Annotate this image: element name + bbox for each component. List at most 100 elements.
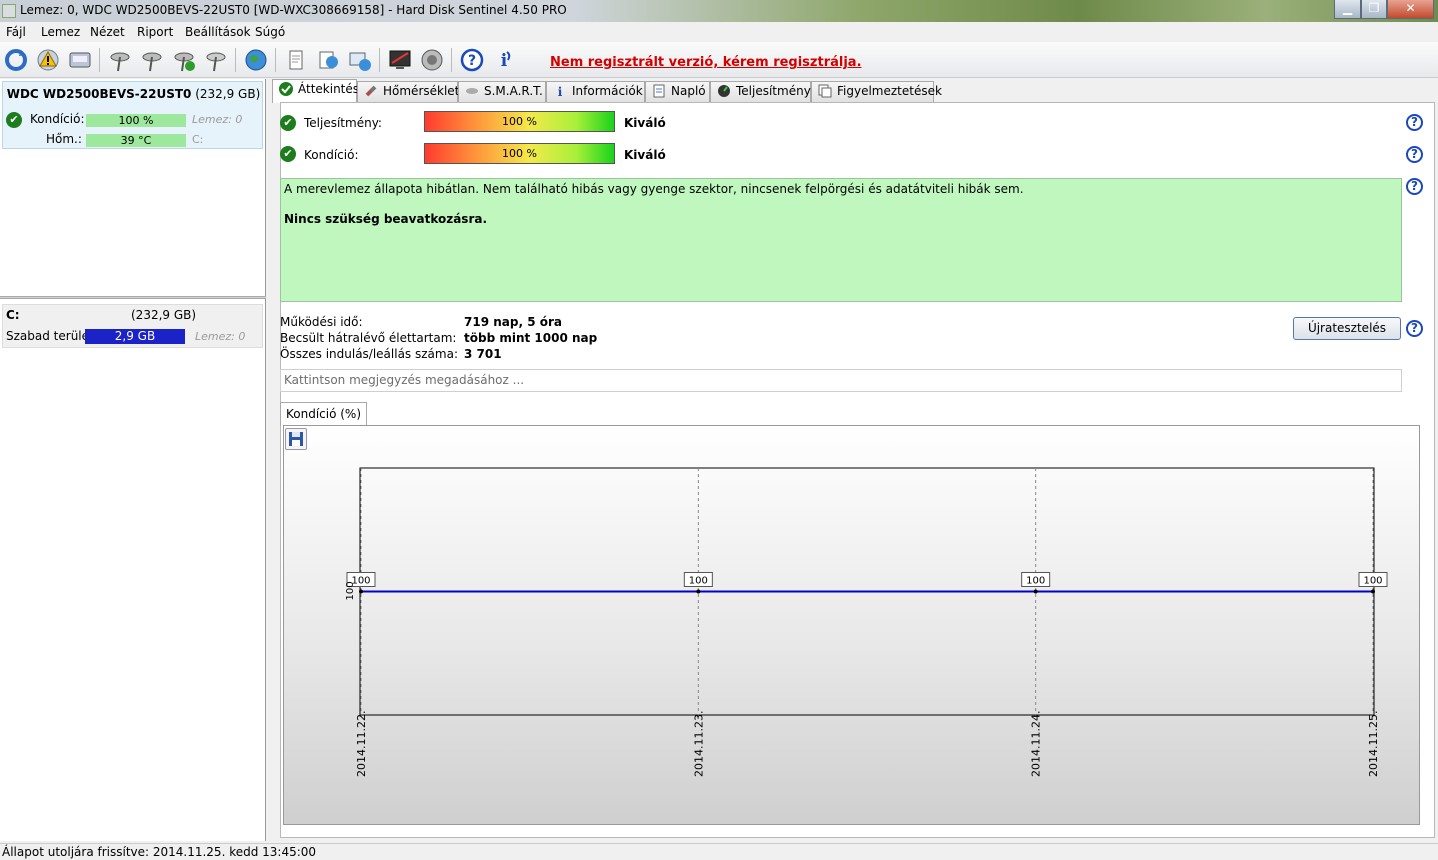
condition-bar-main: 100 % xyxy=(424,143,615,164)
data-point xyxy=(1371,589,1375,594)
condition-bar: 100 % xyxy=(86,114,186,127)
data-point xyxy=(359,589,363,594)
toolbar-separator xyxy=(451,48,452,72)
condition-rating: Kiváló xyxy=(624,148,666,162)
y-tick-label: 100 xyxy=(345,581,356,600)
tab-overview-label: Áttekintés xyxy=(298,82,360,96)
temperature-bar: 39 °C xyxy=(86,134,186,147)
help-icon[interactable]: ? xyxy=(1406,146,1423,163)
tab-performance-label: Teljesítmény xyxy=(736,84,811,98)
condition-disk-id: Lemez: 0 xyxy=(192,113,243,126)
disk-icon[interactable] xyxy=(67,47,93,73)
window-title: Lemez: 0, WDC WD2500BEVS-22UST0 [WD-WXC3… xyxy=(20,3,567,17)
disk-search-icon[interactable] xyxy=(203,47,229,73)
volume-disk-id: Lemez: 0 xyxy=(195,330,246,343)
info-icon[interactable]: i xyxy=(491,47,517,73)
status-bar: Állapot utoljára frissítve: 2014.11.25. … xyxy=(0,843,1438,860)
tab-log[interactable]: Napló xyxy=(645,81,710,102)
tab-temperature[interactable]: Hőmérséklet xyxy=(357,81,459,102)
lifetime-label: Becsült hátralévő élettartam: xyxy=(280,331,457,345)
tab-smart[interactable]: S.M.A.R.T. xyxy=(458,81,546,102)
volume-drive: C: xyxy=(6,308,20,322)
thermometer-icon xyxy=(364,84,378,98)
menu-settings[interactable]: Beállítások xyxy=(185,25,251,39)
tab-alerts[interactable]: Figyelmeztetések xyxy=(811,81,942,102)
send-report-icon[interactable] xyxy=(315,47,341,73)
condition-label: Kondíció: xyxy=(30,112,85,126)
disk-test-icon[interactable] xyxy=(107,47,133,73)
condition-chart: 2014.11.22. 2014.11.23. 2014.11.24. 2014.11… xyxy=(345,467,1388,777)
tab-overview[interactable]: Áttekintés xyxy=(272,79,360,103)
disk-check-icon[interactable] xyxy=(139,47,165,73)
status-text: A merevlemez állapota hibátlan. Nem talá… xyxy=(284,182,1024,196)
minimize-button[interactable]: ▁ xyxy=(1334,0,1361,19)
tab-information-label: Információk xyxy=(572,84,643,98)
status-action: Nincs szükség beavatkozásra. xyxy=(284,212,488,226)
gauge-icon xyxy=(717,84,731,98)
menu-file[interactable]: Fájl xyxy=(6,25,26,39)
startstop-value: 3 701 xyxy=(464,347,502,361)
sound-icon[interactable] xyxy=(419,47,445,73)
note-input[interactable]: Kattintson megjegyzés megadásához ... xyxy=(280,369,1402,392)
toolbar-separator xyxy=(275,48,276,72)
uptime-value: 719 nap, 5 óra xyxy=(464,315,562,329)
tab-performance[interactable]: Teljesítmény xyxy=(710,81,811,102)
chart-tab-condition[interactable]: Kondíció (%) xyxy=(280,402,367,426)
toolbar-separator xyxy=(379,48,380,72)
menu-view[interactable]: Nézet xyxy=(90,25,125,39)
toolbar-separator xyxy=(99,48,100,72)
uptime-label: Működési idő: xyxy=(280,315,363,329)
startstop-label: Összes indulás/leállás száma: xyxy=(280,347,458,361)
alert-icon[interactable] xyxy=(35,47,61,73)
x-tick-label: 2014.11.24. xyxy=(1030,711,1043,777)
ok-status-icon: ✔ xyxy=(6,112,22,128)
maximize-button[interactable]: ❐ xyxy=(1361,0,1387,19)
retest-button[interactable]: Újratesztelés xyxy=(1293,317,1401,340)
tab-alerts-label: Figyelmeztetések xyxy=(837,84,942,98)
data-label: 100 xyxy=(1026,576,1045,587)
free-space-label: Szabad terület xyxy=(6,329,94,343)
report-icon[interactable] xyxy=(283,47,309,73)
help-icon[interactable]: ? xyxy=(1406,178,1423,195)
tab-information[interactable]: i Információk xyxy=(546,81,645,102)
menu-report[interactable]: Riport xyxy=(137,25,173,39)
performance-bar: 100 % xyxy=(424,111,615,132)
menu-disk[interactable]: Lemez xyxy=(41,25,80,39)
tab-smart-label: S.M.A.R.T. xyxy=(484,84,543,98)
close-button[interactable]: ✕ xyxy=(1387,0,1434,19)
alerts-icon xyxy=(818,84,832,98)
svg-text:?: ? xyxy=(468,53,476,69)
menu-help[interactable]: Súgó xyxy=(255,25,285,39)
log-icon xyxy=(652,84,666,98)
x-tick-label: 2014.11.25. xyxy=(1367,711,1380,777)
disk-card[interactable]: WDC WD2500BEVS-22UST0 (232,9 GB) ✔ Kondí… xyxy=(2,81,263,149)
data-point xyxy=(696,589,701,594)
disk-ok-icon[interactable] xyxy=(171,47,197,73)
help-icon[interactable]: ? xyxy=(1406,320,1423,337)
disk-title: WDC WD2500BEVS-22UST0 (232,9 GB) xyxy=(3,87,264,101)
data-label: 100 xyxy=(689,576,708,587)
help-icon[interactable]: ? xyxy=(1406,114,1423,131)
x-tick-label: 2014.11.23. xyxy=(692,711,705,777)
data-label: 100 xyxy=(1363,576,1382,587)
help-icon[interactable]: ? xyxy=(459,47,485,73)
perf-ok-icon: ✔ xyxy=(280,115,296,131)
temperature-label: Hőm.: xyxy=(46,132,82,146)
svg-text:i: i xyxy=(501,51,508,71)
app-icon xyxy=(2,4,16,18)
free-space-bar: 2,9 GB xyxy=(85,329,185,344)
email-report-icon[interactable] xyxy=(347,47,373,73)
disk-list-panel: WDC WD2500BEVS-22UST0 (232,9 GB) ✔ Kondí… xyxy=(0,79,266,841)
svg-text:i: i xyxy=(558,85,563,98)
benchmark-icon[interactable] xyxy=(387,47,413,73)
refresh-icon[interactable] xyxy=(3,47,29,73)
disk-size: (232,9 GB) xyxy=(195,87,261,101)
globe-icon[interactable] xyxy=(243,47,269,73)
title-bar: Lemez: 0, WDC WD2500BEVS-22UST0 [WD-WXC3… xyxy=(0,0,1438,22)
volume-card[interactable]: C: (232,9 GB) Szabad terület 2,9 GB Leme… xyxy=(2,304,263,348)
lifetime-value: több mint 1000 nap xyxy=(464,331,598,345)
panel-splitter[interactable] xyxy=(0,296,266,299)
x-tick-label: 2014.11.22. xyxy=(355,711,368,777)
tab-log-label: Napló xyxy=(671,84,706,98)
register-link[interactable]: Nem regisztrált verzió, kérem regisztrál… xyxy=(550,55,862,70)
